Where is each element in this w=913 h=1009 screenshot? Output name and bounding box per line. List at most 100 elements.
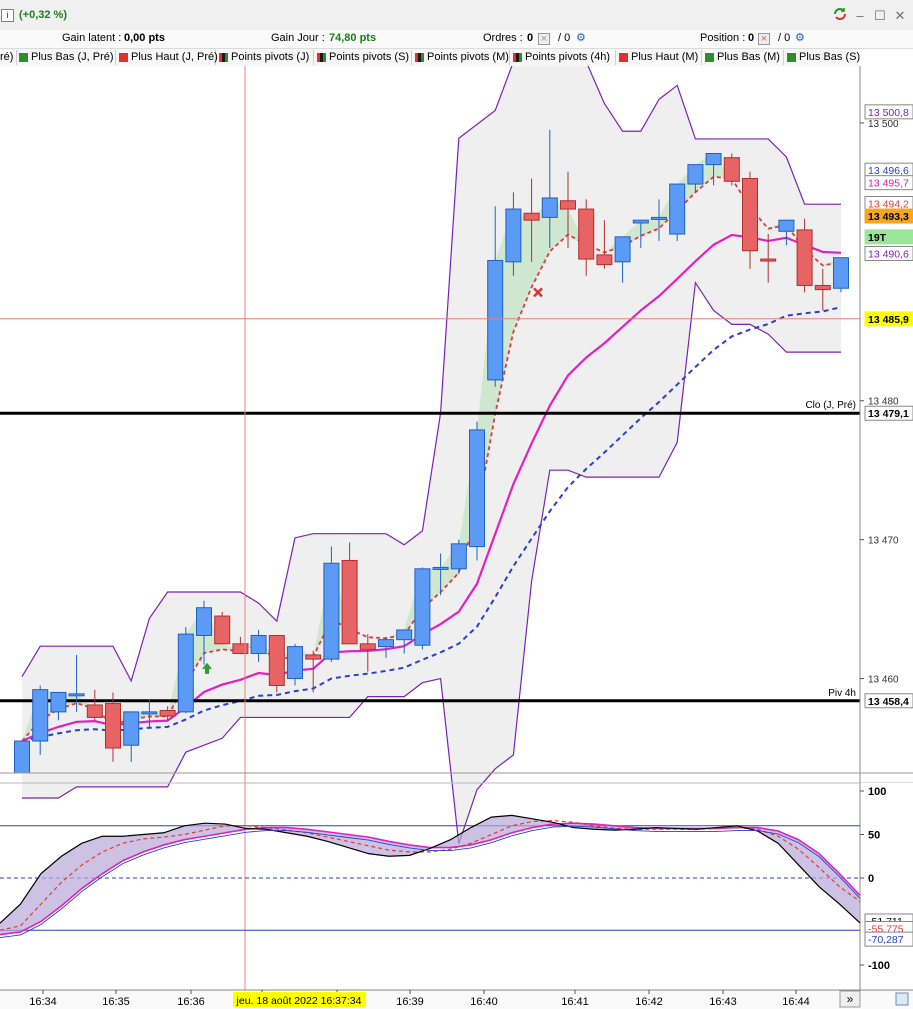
candle[interactable] bbox=[32, 689, 49, 742]
level-label: Clo (J, Pré) bbox=[805, 400, 856, 411]
candle[interactable] bbox=[614, 236, 631, 263]
legend-label: Points pivots (4h) bbox=[525, 51, 610, 63]
candle[interactable] bbox=[196, 607, 212, 636]
price-label: 13 485,9 bbox=[868, 314, 909, 326]
position-settings-gear-icon[interactable]: ⚙ bbox=[795, 31, 805, 44]
time-tick-label: 16:40 bbox=[470, 996, 498, 1008]
candle[interactable] bbox=[487, 259, 504, 381]
position-value: 0 bbox=[748, 32, 755, 44]
candle[interactable] bbox=[778, 219, 795, 232]
osc-tick-label: -100 bbox=[868, 960, 890, 972]
candle[interactable] bbox=[141, 711, 158, 715]
candle[interactable] bbox=[214, 615, 231, 645]
candle[interactable] bbox=[268, 634, 285, 686]
legend-label: Plus Bas (M) bbox=[717, 51, 780, 63]
position-box-icon[interactable]: × bbox=[758, 33, 770, 45]
crosshair-time-label: jeu. 18 août 2022 16:37:34 bbox=[236, 995, 362, 1007]
settings-corner-icon[interactable] bbox=[895, 992, 909, 1006]
candle[interactable] bbox=[378, 639, 394, 648]
position-label: Position : bbox=[700, 32, 746, 44]
legend-item[interactable]: Plus Bas (S) bbox=[785, 50, 860, 65]
legend-item[interactable]: Points pivots (J) bbox=[217, 50, 314, 65]
candle[interactable] bbox=[687, 164, 704, 185]
legend-swatch bbox=[19, 53, 28, 62]
candle[interactable] bbox=[341, 559, 358, 645]
candle[interactable] bbox=[287, 646, 303, 680]
legend-swatch bbox=[119, 53, 128, 62]
price-chart[interactable]: Clo (J, Pré)Piv 4h13 46013 47013 48013 5… bbox=[0, 66, 913, 1009]
change-percentage: (+0,32 %) bbox=[19, 9, 67, 21]
candle[interactable] bbox=[414, 568, 431, 646]
legend-item[interactable]: Plus Haut (J, Pré) bbox=[117, 50, 218, 65]
orders-settings-gear-icon[interactable]: ⚙ bbox=[576, 31, 586, 44]
time-tick-label: 16:42 bbox=[635, 996, 663, 1008]
legend-item[interactable]: ré) bbox=[0, 50, 17, 65]
osc-tick-label: 0 bbox=[868, 873, 874, 885]
minimize-icon[interactable]: – bbox=[853, 8, 867, 23]
gain-jour-label: Gain Jour : bbox=[271, 32, 325, 44]
candle[interactable] bbox=[159, 709, 176, 717]
time-axis bbox=[0, 990, 913, 1009]
position-total: / 0 bbox=[778, 32, 791, 44]
refresh-icon[interactable] bbox=[833, 7, 847, 24]
candle[interactable] bbox=[123, 711, 140, 746]
ordres-total: / 0 bbox=[558, 32, 571, 44]
candle[interactable] bbox=[705, 153, 722, 166]
ordres-label: Ordres : bbox=[483, 32, 523, 44]
legend-label: Points pivots (S) bbox=[329, 51, 410, 63]
legend-item[interactable]: Plus Haut (M) bbox=[617, 50, 702, 65]
candle[interactable] bbox=[669, 183, 686, 235]
candle[interactable] bbox=[560, 200, 576, 210]
orders-box-icon[interactable]: × bbox=[538, 33, 550, 45]
candle[interactable] bbox=[833, 257, 849, 289]
candle[interactable] bbox=[14, 740, 30, 774]
candle[interactable] bbox=[469, 429, 485, 548]
candle[interactable] bbox=[651, 216, 667, 220]
candle[interactable] bbox=[632, 219, 649, 224]
candle[interactable] bbox=[305, 654, 322, 660]
legend-item[interactable]: Points pivots (4h) bbox=[511, 50, 616, 65]
candle[interactable] bbox=[578, 208, 595, 260]
candle[interactable] bbox=[505, 208, 522, 263]
osc-tick-label: 100 bbox=[868, 786, 886, 798]
close-icon[interactable]: ✕ bbox=[893, 8, 907, 24]
candle[interactable] bbox=[105, 703, 121, 749]
candle[interactable] bbox=[359, 643, 376, 650]
candle[interactable] bbox=[396, 629, 413, 641]
candle[interactable] bbox=[596, 254, 613, 266]
legend-swatch bbox=[317, 53, 326, 62]
candle[interactable] bbox=[760, 258, 777, 262]
candle[interactable] bbox=[723, 157, 740, 182]
legend-label: Plus Bas (S) bbox=[799, 51, 860, 63]
legend-swatch bbox=[787, 53, 796, 62]
window-controls: – ☐ ✕ bbox=[833, 7, 907, 24]
legend-item[interactable]: Points pivots (M) bbox=[413, 50, 510, 65]
candle[interactable] bbox=[432, 566, 449, 570]
candle[interactable] bbox=[541, 197, 558, 218]
price-label: 13 495,7 bbox=[868, 178, 909, 190]
candle[interactable] bbox=[742, 178, 758, 252]
indicator-legend-bar: ré) Plus Bas (J, Pré) Plus Haut (J, Pré) Po… bbox=[0, 49, 860, 67]
candle[interactable] bbox=[450, 543, 467, 570]
candle[interactable] bbox=[814, 284, 831, 291]
legend-item[interactable]: Plus Bas (M) bbox=[703, 50, 784, 65]
time-tick-label: 16:43 bbox=[709, 996, 737, 1008]
legend-item[interactable]: Points pivots (S) bbox=[315, 50, 412, 65]
candle[interactable] bbox=[523, 212, 540, 221]
candle[interactable] bbox=[323, 562, 340, 660]
osc-axis bbox=[861, 783, 913, 990]
ordres-value: 0 bbox=[527, 32, 534, 44]
candle[interactable] bbox=[86, 704, 103, 718]
candle[interactable] bbox=[68, 693, 85, 697]
candle[interactable] bbox=[50, 691, 67, 713]
candle[interactable] bbox=[250, 634, 267, 655]
price-tick-label: 13 460 bbox=[868, 675, 899, 686]
info-icon[interactable]: i bbox=[1, 9, 14, 22]
legend-item[interactable]: Plus Bas (J, Pré) bbox=[17, 50, 116, 65]
legend-swatch bbox=[619, 53, 628, 62]
candle[interactable] bbox=[796, 229, 813, 286]
candle[interactable] bbox=[177, 633, 194, 713]
maximize-icon[interactable]: ☐ bbox=[873, 8, 887, 24]
candle[interactable] bbox=[232, 643, 249, 655]
gain-jour-value: 74,80 pts bbox=[329, 32, 377, 44]
